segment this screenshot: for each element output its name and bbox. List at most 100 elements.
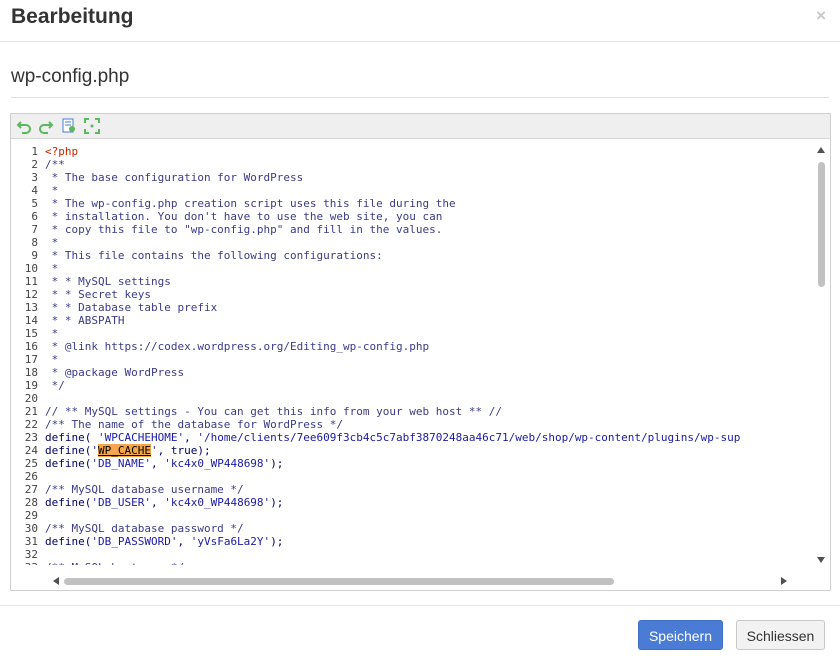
code-line[interactable]: <?php [45, 145, 78, 158]
line-number: 11 [24, 275, 38, 288]
code-line[interactable]: * @link https://codex.wordpress.org/Edit… [45, 340, 430, 353]
fullscreen-icon[interactable] [84, 118, 100, 134]
code-token: /** MySQL database password */ [45, 522, 244, 535]
line-number: 8 [31, 236, 38, 249]
code-token: WP_CACHE [97, 444, 151, 457]
code-token: , [150, 496, 165, 509]
code-line[interactable]: define('WP_CACHE', true); [45, 444, 211, 457]
line-number: 5 [31, 197, 38, 210]
line-number: 23 [24, 431, 38, 444]
code-line[interactable]: * copy this file to "wp-config.php" and … [45, 223, 443, 236]
code-line[interactable]: * * MySQL settings [45, 275, 171, 288]
code-token: * * MySQL settings [45, 275, 171, 288]
code-line[interactable]: * * Database table prefix [45, 301, 218, 314]
line-number: 14 [24, 314, 38, 327]
line-number: 17 [24, 353, 38, 366]
code-token: * * ABSPATH [45, 314, 125, 327]
code-token: 'kc4x0_WP448698' [164, 496, 271, 509]
code-line[interactable]: /** MySQL database username */ [45, 483, 244, 496]
scroll-right-icon[interactable] [781, 577, 787, 585]
line-number: 12 [24, 288, 38, 301]
code-token: define( [45, 444, 92, 457]
code-token: , [150, 457, 165, 470]
code-line[interactable]: * This file contains the following confi… [45, 249, 383, 262]
line-number: 32 [24, 548, 38, 561]
code-token: * @link https://codex.wordpress.org/Edit… [45, 340, 430, 353]
code-editor[interactable]: 1 2 3 4 5 6 7 8 9 10 11 12 13 14 15 16 17 18 19 20 21 22 23 24 2… [10, 113, 831, 591]
code-token: * [45, 262, 59, 275]
divider [11, 97, 829, 98]
horizontal-scroll-thumb[interactable] [64, 578, 614, 585]
dialog-header: Bearbeitung × [0, 0, 840, 42]
line-number: 7 [31, 223, 38, 236]
code-token: */ [45, 379, 65, 392]
code-token: * This file contains the following confi… [45, 249, 383, 262]
code-token: 'kc4x0_WP448698' [164, 457, 271, 470]
horizontal-scrollbar[interactable] [41, 572, 811, 589]
code-line[interactable]: */ [45, 379, 65, 392]
code-token: /** [45, 158, 65, 171]
code-line[interactable]: * The base configuration for WordPress [45, 171, 304, 184]
code-line[interactable]: define('DB_USER', 'kc4x0_WP448698'); [45, 496, 283, 509]
code-token: * [45, 327, 59, 340]
close-button[interactable]: Schliessen [736, 620, 825, 650]
code-token: * installation. You don't have to use th… [45, 210, 443, 223]
code-line[interactable]: * [45, 262, 59, 275]
code-line[interactable]: * [45, 184, 59, 197]
code-token: * [45, 353, 59, 366]
code-line[interactable]: * [45, 353, 59, 366]
line-number: 1 [31, 145, 38, 158]
code-line[interactable]: * [45, 236, 59, 249]
code-line[interactable]: * @package WordPress [45, 366, 184, 379]
code-token: ' [150, 444, 158, 457]
line-number: 18 [24, 366, 38, 379]
scroll-up-icon[interactable] [817, 147, 825, 153]
scroll-left-icon[interactable] [53, 577, 59, 585]
code-token: define( [45, 431, 98, 444]
code-line[interactable]: // ** MySQL settings - You can get this … [45, 405, 502, 418]
line-number: 9 [31, 249, 38, 262]
line-number: 22 [24, 418, 38, 431]
code-line[interactable]: /** MySQL database password */ [45, 522, 244, 535]
vertical-scrollbar[interactable] [812, 139, 830, 565]
code-line[interactable]: * * ABSPATH [45, 314, 125, 327]
code-token: '/home/clients/7ee609f3cb4c5c7abf3870248… [197, 431, 741, 444]
line-number: 10 [24, 262, 38, 275]
line-number: 15 [24, 327, 38, 340]
editor-toolbar [11, 114, 830, 139]
code-token: , [177, 535, 191, 548]
line-number: 16 [24, 340, 38, 353]
code-line[interactable]: define('DB_NAME', 'kc4x0_WP448698'); [45, 457, 283, 470]
code-line[interactable]: * installation. You don't have to use th… [45, 210, 443, 223]
line-number: 13 [24, 301, 38, 314]
scroll-down-icon[interactable] [817, 557, 825, 563]
code-area[interactable]: 1 2 3 4 5 6 7 8 9 10 11 12 13 14 15 16 17 18 19 20 21 22 23 24 2… [11, 139, 811, 565]
code-line[interactable]: * The wp-config.php creation script uses… [45, 197, 456, 210]
search-replace-icon[interactable] [61, 118, 77, 134]
line-number: 21 [24, 405, 38, 418]
vertical-scroll-thumb[interactable] [818, 162, 825, 287]
code-line[interactable]: define( 'WPCACHEHOME', '/home/clients/7e… [45, 431, 740, 444]
code-token: ); [270, 496, 284, 509]
code-token: <?php [45, 145, 79, 158]
redo-icon[interactable] [38, 118, 54, 134]
code-token: // ** MySQL settings - You can get this … [45, 405, 502, 418]
code-token: , true); [157, 444, 211, 457]
save-button[interactable]: Speichern [638, 620, 723, 650]
code-line[interactable]: * [45, 327, 59, 340]
code-line[interactable]: * * Secret keys [45, 288, 151, 301]
code-token: 'DB_PASSWORD' [91, 535, 178, 548]
code-line[interactable]: define('DB_PASSWORD', 'yVsFa6La2Y'); [45, 535, 283, 548]
code-line[interactable]: /** MySQL hostname */ [45, 561, 184, 565]
line-number: 29 [24, 509, 38, 522]
file-name: wp-config.php [11, 66, 130, 87]
line-number: 30 [24, 522, 38, 535]
code-line[interactable]: /** [45, 158, 65, 171]
code-line[interactable]: /** The name of the database for WordPre… [45, 418, 343, 431]
undo-icon[interactable] [16, 118, 32, 134]
close-icon[interactable]: × [816, 6, 826, 26]
line-number-gutter: 1 2 3 4 5 6 7 8 9 10 11 12 13 14 15 16 17 18 19 20 21 22 23 24 2… [11, 139, 41, 565]
line-number: 26 [24, 470, 38, 483]
code-token: * [45, 184, 59, 197]
code-token: define( [45, 535, 92, 548]
